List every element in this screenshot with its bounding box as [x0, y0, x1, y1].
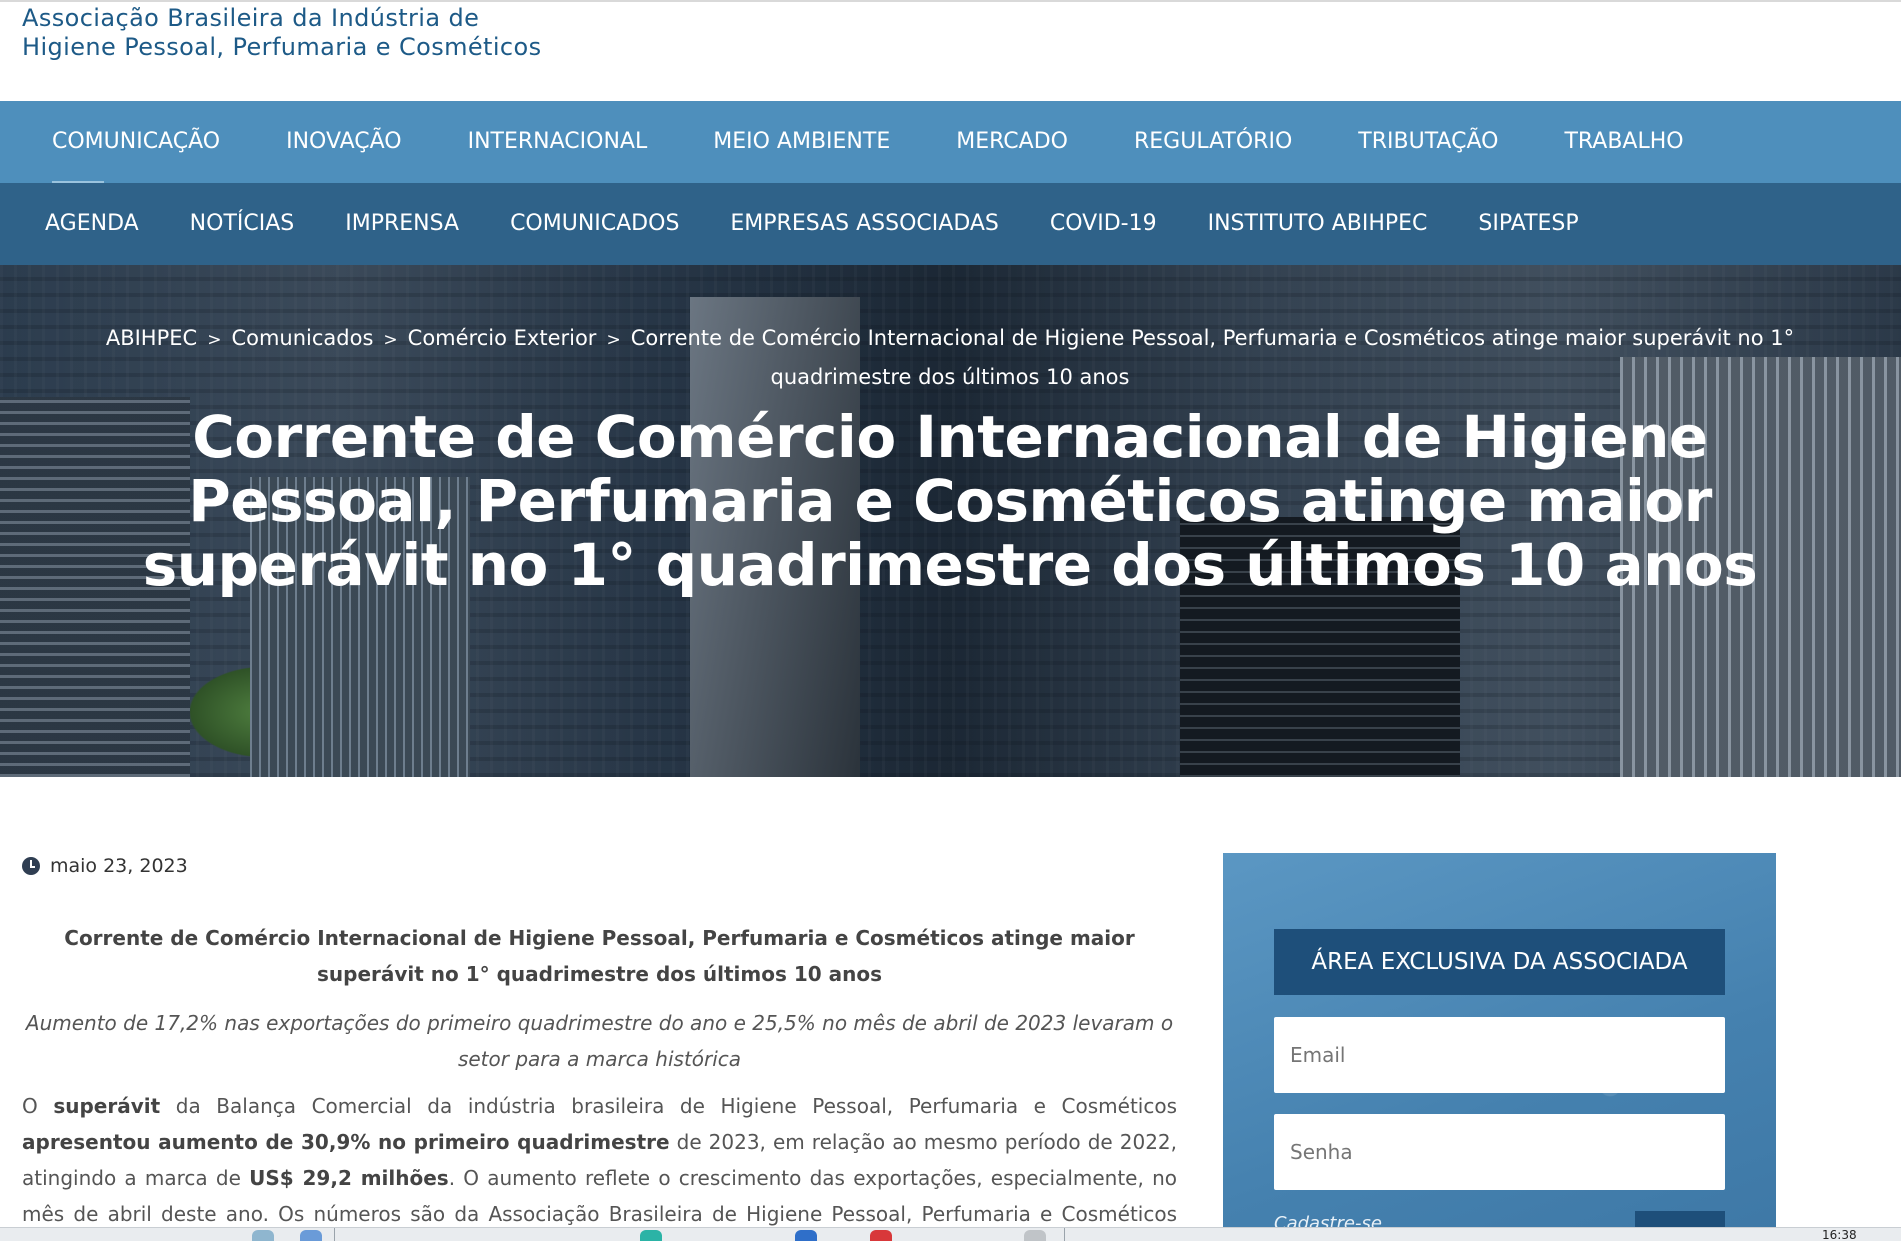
taskbar-app-icon[interactable] [252, 1230, 274, 1241]
nav-item-imprensa[interactable]: IMPRENSA [345, 183, 459, 265]
article-subtitle: Aumento de 17,2% nas exportações do prim… [25, 1011, 1174, 1071]
member-login-panel: ÁREA EXCLUSIVA DA ASSOCIADA Cadastre-se [1223, 853, 1776, 1241]
nav-item-noticias[interactable]: NOTÍCIAS [190, 183, 295, 265]
breadcrumb-separator: > [606, 330, 621, 350]
taskbar-divider [334, 1228, 335, 1241]
site-logo[interactable]: Associação Brasileira da Indústria de Hi… [22, 4, 542, 62]
member-area-title: ÁREA EXCLUSIVA DA ASSOCIADA [1274, 929, 1725, 995]
body-bold-text: US$ 29,2 milhões [249, 1166, 449, 1190]
taskbar-app-icon[interactable] [795, 1230, 817, 1241]
post-date: maio 23, 2023 [22, 855, 188, 877]
password-field[interactable] [1274, 1114, 1725, 1190]
breadcrumb-link-abihpec[interactable]: ABIHPEC [106, 326, 197, 350]
article-heading: Corrente de Comércio Internacional de Hi… [64, 926, 1135, 986]
nav-item-covid-19[interactable]: COVID-19 [1050, 183, 1157, 265]
taskbar-clock[interactable]: 16:38 [1822, 1228, 1857, 1241]
taskbar-app-icon[interactable] [870, 1230, 892, 1241]
body-bold-text: apresentou aumento de 30,9% no primeiro … [22, 1130, 670, 1154]
post-date-text: maio 23, 2023 [50, 855, 188, 877]
nav-item-comunicacao[interactable]: COMUNICAÇÃO [52, 101, 220, 183]
taskbar-app-icon[interactable] [1024, 1230, 1046, 1241]
nav-item-agenda[interactable]: AGENDA [45, 183, 139, 265]
page: Associação Brasileira da Indústria de Hi… [0, 0, 1901, 1241]
primary-nav: COMUNICAÇÃO INOVAÇÃO INTERNACIONAL MEIO … [0, 101, 1901, 183]
logo-line-2: Higiene Pessoal, Perfumaria e Cosméticos [22, 33, 542, 61]
article-body: O superávit da Balança Comercial da indú… [22, 1088, 1177, 1241]
nav-item-instituto-abihpec[interactable]: INSTITUTO ABIHPEC [1208, 183, 1428, 265]
secondary-nav: AGENDA NOTÍCIAS IMPRENSA COMUNICADOS EMP… [0, 183, 1901, 265]
clock-icon [22, 857, 40, 875]
body-text: da Balança Comercial da indústria brasil… [160, 1094, 1177, 1118]
hero-banner: ABIHPEC > Comunicados > Comércio Exterior > Co… [0, 265, 1901, 777]
email-field[interactable] [1274, 1017, 1725, 1093]
nav-item-mercado[interactable]: MERCADO [956, 101, 1068, 183]
breadcrumb-separator: > [207, 330, 222, 350]
nav-item-trabalho[interactable]: TRABALHO [1564, 101, 1683, 183]
breadcrumb: ABIHPEC > Comunicados > Comércio Exterior > Co… [60, 320, 1840, 396]
nav-item-sipatesp[interactable]: SIPATESP [1478, 183, 1578, 265]
breadcrumb-link-comunicados[interactable]: Comunicados [231, 326, 373, 350]
nav-item-regulatorio[interactable]: REGULATÓRIO [1134, 101, 1292, 183]
nav-item-comunicados[interactable]: COMUNICADOS [510, 183, 679, 265]
taskbar-app-icon[interactable] [640, 1230, 662, 1241]
body-bold-text: superávit [53, 1094, 161, 1118]
nav-item-inovacao[interactable]: INOVAÇÃO [286, 101, 402, 183]
nav-item-meio-ambiente[interactable]: MEIO AMBIENTE [713, 101, 890, 183]
page-title: Corrente de Comércio Internacional de Hi… [142, 403, 1758, 599]
taskbar-app-icon[interactable] [300, 1230, 322, 1241]
breadcrumb-link-comercio-exterior[interactable]: Comércio Exterior [408, 326, 597, 350]
logo-line-1: Associação Brasileira da Indústria de [22, 4, 480, 32]
os-taskbar: 16:38 [0, 1227, 1901, 1241]
body-text: O [22, 1094, 54, 1118]
breadcrumb-current: Corrente de Comércio Internacional de Hi… [630, 326, 1795, 389]
breadcrumb-separator: > [383, 330, 398, 350]
nav-item-internacional[interactable]: INTERNACIONAL [468, 101, 648, 183]
nav-item-tributacao[interactable]: TRIBUTAÇÃO [1358, 101, 1498, 183]
taskbar-divider [1064, 1228, 1065, 1241]
nav-item-empresas-associadas[interactable]: EMPRESAS ASSOCIADAS [730, 183, 998, 265]
site-header: Associação Brasileira da Indústria de Hi… [0, 0, 1901, 101]
